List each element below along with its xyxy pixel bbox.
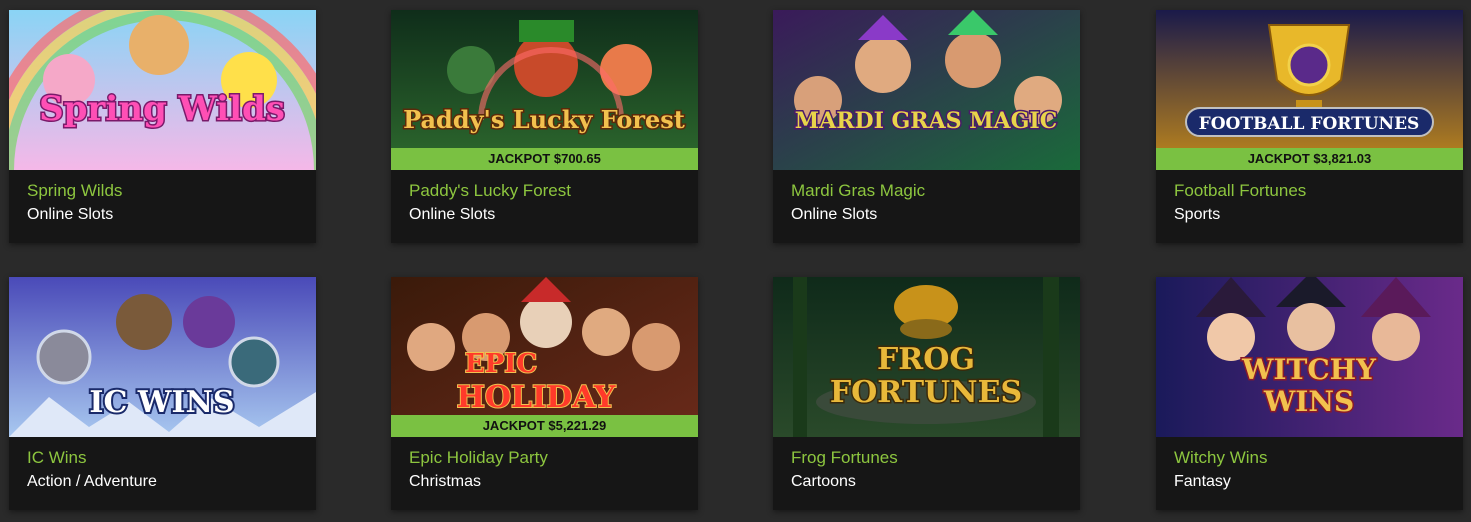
game-thumbnail[interactable]: FROG FORTUNES (773, 277, 1080, 437)
game-card-ic-wins[interactable]: IC WINS IC Wins Action / Adventure (9, 277, 316, 510)
game-thumbnail[interactable]: EPIC HOLIDAY JACKPOT $5,221.29 (391, 277, 698, 437)
jackpot-banner: JACKPOT $5,221.29 (391, 415, 698, 437)
game-category: Online Slots (409, 206, 496, 223)
ic-wins-artwork: IC WINS (9, 277, 316, 437)
game-category: Christmas (409, 473, 482, 490)
svg-text:Paddy's Lucky Forest: Paddy's Lucky Forest (403, 105, 685, 134)
spring-wilds-artwork: Spring Wilds (9, 10, 316, 170)
game-title[interactable]: Witchy Wins (1174, 447, 1445, 469)
jackpot-banner: JACKPOT $3,821.03 (1156, 148, 1463, 170)
game-card-witchy-wins[interactable]: WITCHY WINS Witchy Wins Fantasy (1156, 277, 1463, 510)
game-card-frog-fortunes[interactable]: FROG FORTUNES Frog Fortunes Cartoons (773, 277, 1080, 510)
game-card-epic-holiday-party[interactable]: EPIC HOLIDAY JACKPOT $5,221.29 Epic Holi… (391, 277, 698, 510)
game-card-paddys-lucky-forest[interactable]: Paddy's Lucky Forest JACKPOT $700.65 Pad… (391, 10, 698, 243)
game-category: Cartoons (791, 473, 856, 490)
game-thumbnail[interactable]: Spring Wilds (9, 10, 316, 170)
svg-text:FORTUNES: FORTUNES (830, 375, 1022, 410)
game-title[interactable]: Mardi Gras Magic (791, 180, 1062, 202)
game-thumbnail[interactable]: FOOTBALL FORTUNES JACKPOT $3,821.03 (1156, 10, 1463, 170)
svg-text:MARDI GRAS MAGIC: MARDI GRAS MAGIC (795, 108, 1057, 134)
svg-text:HOLIDAY: HOLIDAY (457, 380, 616, 415)
game-title[interactable]: Paddy's Lucky Forest (409, 180, 680, 202)
game-title[interactable]: Spring Wilds (27, 180, 298, 202)
svg-text:IC WINS: IC WINS (89, 385, 234, 420)
game-title[interactable]: IC Wins (27, 447, 298, 469)
game-title[interactable]: Frog Fortunes (791, 447, 1062, 469)
game-card-football-fortunes[interactable]: FOOTBALL FORTUNES JACKPOT $3,821.03 Foot… (1156, 10, 1463, 243)
svg-text:WINS: WINS (1263, 385, 1354, 418)
epic-holiday-party-artwork: EPIC HOLIDAY (391, 277, 698, 437)
witchy-wins-artwork: WITCHY WINS (1156, 277, 1463, 437)
game-title[interactable]: Epic Holiday Party (409, 447, 680, 469)
game-category: Sports (1174, 206, 1221, 223)
game-thumbnail[interactable]: WITCHY WINS (1156, 277, 1463, 437)
game-title[interactable]: Football Fortunes (1174, 180, 1445, 202)
game-grid: Spring Wilds Spring Wilds Online Slots P… (0, 0, 1471, 522)
frog-fortunes-artwork: FROG FORTUNES (773, 277, 1080, 437)
game-card-spring-wilds[interactable]: Spring Wilds Spring Wilds Online Slots (9, 10, 316, 243)
game-thumbnail[interactable]: MARDI GRAS MAGIC (773, 10, 1080, 170)
game-category: Online Slots (27, 206, 114, 223)
svg-text:EPIC: EPIC (465, 349, 537, 379)
game-category: Online Slots (791, 206, 878, 223)
game-thumbnail[interactable]: Paddy's Lucky Forest JACKPOT $700.65 (391, 10, 698, 170)
football-fortunes-artwork: FOOTBALL FORTUNES (1156, 10, 1463, 170)
svg-text:Spring Wilds: Spring Wilds (39, 89, 285, 129)
svg-text:WITCHY: WITCHY (1241, 353, 1377, 386)
svg-text:FROG: FROG (877, 342, 975, 377)
game-card-mardi-gras-magic[interactable]: MARDI GRAS MAGIC Mardi Gras Magic Online… (773, 10, 1080, 243)
game-thumbnail[interactable]: IC WINS (9, 277, 316, 437)
paddys-lucky-forest-artwork: Paddy's Lucky Forest (391, 10, 698, 170)
game-category: Action / Adventure (27, 473, 157, 490)
mardi-gras-magic-artwork: MARDI GRAS MAGIC (773, 10, 1080, 170)
game-category: Fantasy (1174, 473, 1231, 490)
jackpot-banner: JACKPOT $700.65 (391, 148, 698, 170)
svg-text:FOOTBALL FORTUNES: FOOTBALL FORTUNES (1199, 114, 1420, 134)
